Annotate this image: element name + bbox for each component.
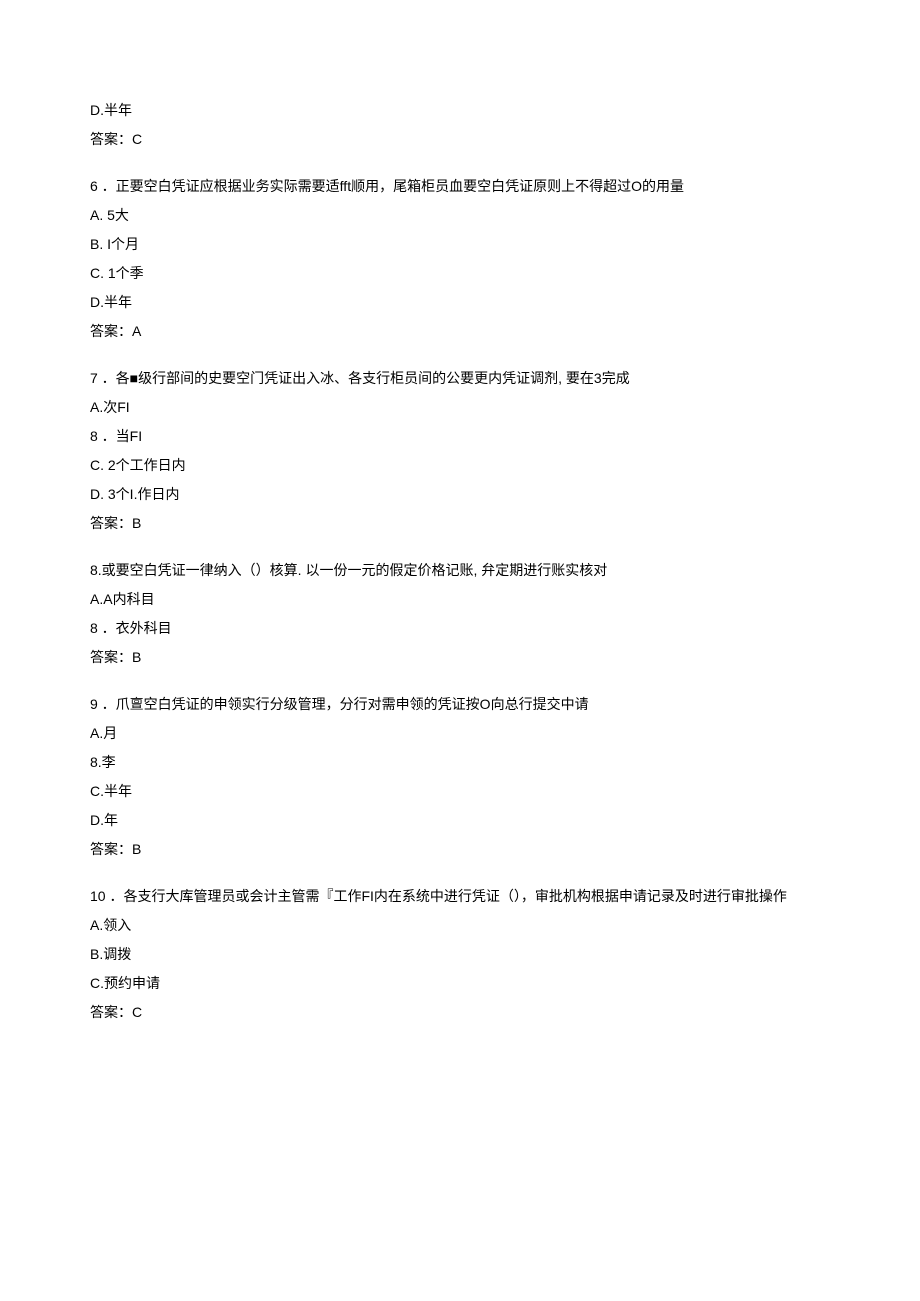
question-10: 10 ．各支行大库管理员或会计主管需『工作FI内在系统中进行凭证（），审批机构根…: [90, 886, 830, 1023]
answer-label: 答案：A: [90, 321, 830, 342]
option-a: A.次FI: [90, 397, 830, 418]
option-a: A.领入: [90, 915, 830, 936]
option-d: D.半年: [90, 100, 830, 121]
question-stem: 8.或要空白凭证一律纳入（）核算. 以一份一元的假定价格记账, 弁定期进行账实核…: [90, 560, 830, 581]
answer-label: 答案：C: [90, 129, 830, 150]
option-d: D.年: [90, 810, 830, 831]
option-c: C. 2个工作日内: [90, 455, 830, 476]
question-9: 9 ．爪亶空白凭证的申领实行分级管理，分行对需申领的凭证按O向总行提交中请 A.…: [90, 694, 830, 860]
option-b: 8.李: [90, 752, 830, 773]
question-stem: 9 ．爪亶空白凭证的申领实行分级管理，分行对需申领的凭证按O向总行提交中请: [90, 694, 830, 715]
option-c: C.预约申请: [90, 973, 830, 994]
option-b: 8 ．衣外科目: [90, 618, 830, 639]
option-c: C. 1个季: [90, 263, 830, 284]
option-a: A.月: [90, 723, 830, 744]
question-8: 8.或要空白凭证一律纳入（）核算. 以一份一元的假定价格记账, 弁定期进行账实核…: [90, 560, 830, 668]
option-c: C.半年: [90, 781, 830, 802]
option-b: 8 ．当FI: [90, 426, 830, 447]
option-d: D.半年: [90, 292, 830, 313]
question-7: 7 ．各■级行部间的史要空门凭证出入冰、各支行柜员间的公要更内凭证调剂, 要在3…: [90, 368, 830, 534]
question-stem: 10 ．各支行大库管理员或会计主管需『工作FI内在系统中进行凭证（），审批机构根…: [90, 886, 830, 907]
document-page: D.半年 答案：C 6 ．正要空白凭证应根据业务实际需要适fft顺用，尾箱柜员血…: [0, 0, 920, 1301]
answer-label: 答案：B: [90, 513, 830, 534]
answer-label: 答案：B: [90, 647, 830, 668]
question-6: 6 ．正要空白凭证应根据业务实际需要适fft顺用，尾箱柜员血要空白凭证原则上不得…: [90, 176, 830, 342]
option-d: D. 3个I.作日内: [90, 484, 830, 505]
question-stem: 7 ．各■级行部间的史要空门凭证出入冰、各支行柜员间的公要更内凭证调剂, 要在3…: [90, 368, 830, 389]
answer-label: 答案：C: [90, 1002, 830, 1023]
option-a: A.A内科目: [90, 589, 830, 610]
option-b: B.调拨: [90, 944, 830, 965]
question-stem: 6 ．正要空白凭证应根据业务实际需要适fft顺用，尾箱柜员血要空白凭证原则上不得…: [90, 176, 830, 197]
option-b: B. I个月: [90, 234, 830, 255]
question-5-tail: D.半年 答案：C: [90, 100, 830, 150]
option-a: A. 5大: [90, 205, 830, 226]
answer-label: 答案：B: [90, 839, 830, 860]
